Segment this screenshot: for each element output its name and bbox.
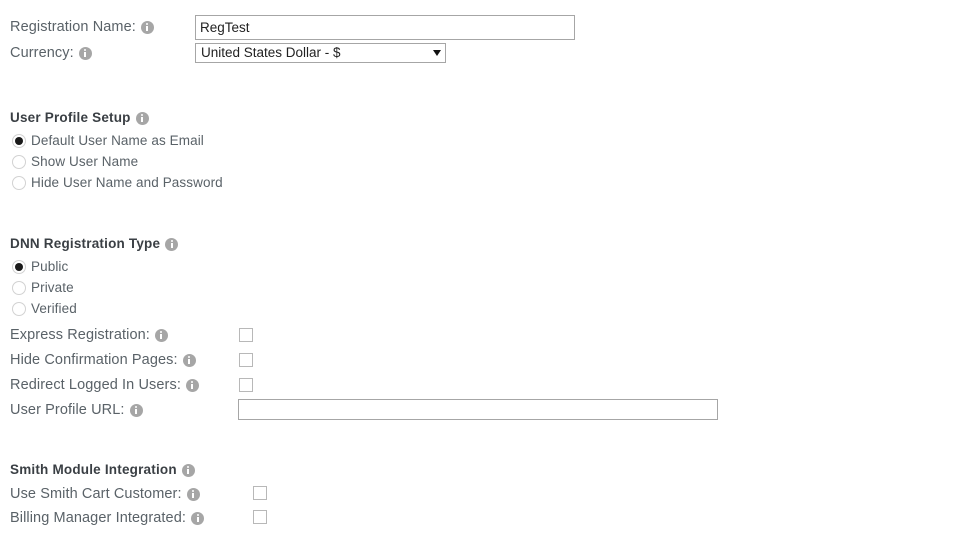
use-smith-cart-customer-checkbox[interactable]: [253, 486, 267, 500]
billing-manager-integrated-label: Billing Manager Integrated:: [10, 510, 204, 526]
info-icon[interactable]: [154, 328, 168, 342]
info-icon[interactable]: [182, 353, 196, 367]
info-icon[interactable]: [78, 46, 92, 60]
registration-name-label-text: Registration Name:: [10, 19, 136, 35]
smith-module-integration-heading-text: Smith Module Integration: [10, 462, 177, 477]
user-profile-url-input[interactable]: [238, 399, 718, 420]
info-icon[interactable]: [185, 378, 199, 392]
express-registration-label-text: Express Registration:: [10, 327, 150, 343]
chevron-down-icon: [433, 50, 441, 56]
radio-indicator: [12, 134, 26, 148]
radio-label: Hide User Name and Password: [31, 175, 223, 190]
radio-indicator: [12, 155, 26, 169]
radio-show-user-name[interactable]: Show User Name: [12, 154, 138, 170]
hide-confirmation-pages-label-text: Hide Confirmation Pages:: [10, 352, 178, 368]
user-profile-setup-heading-text: User Profile Setup: [10, 110, 131, 125]
currency-select-value: United States Dollar - $: [201, 45, 341, 61]
express-registration-label: Express Registration:: [10, 327, 168, 343]
smith-module-integration-heading: Smith Module Integration: [10, 462, 195, 478]
radio-public[interactable]: Public: [12, 259, 68, 275]
registration-name-label: Registration Name:: [10, 19, 154, 35]
dnn-registration-type-heading: DNN Registration Type: [10, 236, 179, 252]
radio-indicator: [12, 176, 26, 190]
registration-settings-form: Registration Name: Currency: United Stat…: [0, 0, 954, 539]
radio-indicator: [12, 302, 26, 316]
use-smith-cart-customer-label: Use Smith Cart Customer:: [10, 486, 200, 502]
currency-select[interactable]: United States Dollar - $: [195, 43, 446, 63]
hide-confirmation-pages-checkbox[interactable]: [239, 353, 253, 367]
currency-label-text: Currency:: [10, 45, 74, 61]
redirect-logged-in-users-checkbox[interactable]: [239, 378, 253, 392]
radio-label: Private: [31, 280, 74, 295]
registration-name-input[interactable]: [195, 15, 575, 40]
radio-label: Default User Name as Email: [31, 133, 204, 148]
info-icon[interactable]: [181, 463, 195, 477]
radio-label: Public: [31, 259, 69, 274]
radio-indicator: [12, 260, 26, 274]
express-registration-checkbox[interactable]: [239, 328, 253, 342]
radio-verified[interactable]: Verified: [12, 301, 77, 317]
info-icon[interactable]: [135, 111, 149, 125]
info-icon[interactable]: [186, 487, 200, 501]
billing-manager-integrated-checkbox[interactable]: [253, 510, 267, 524]
user-profile-setup-heading: User Profile Setup: [10, 110, 149, 126]
dnn-registration-type-heading-text: DNN Registration Type: [10, 236, 161, 251]
use-smith-cart-customer-label-text: Use Smith Cart Customer:: [10, 486, 182, 502]
redirect-logged-in-users-label-text: Redirect Logged In Users:: [10, 377, 181, 393]
radio-indicator: [12, 281, 26, 295]
currency-label: Currency:: [10, 45, 92, 61]
info-icon[interactable]: [191, 511, 204, 525]
radio-private[interactable]: Private: [12, 280, 74, 296]
info-icon[interactable]: [129, 403, 143, 417]
radio-label: Show User Name: [31, 154, 139, 169]
radio-hide-user-name-and-password[interactable]: Hide User Name and Password: [12, 175, 223, 191]
user-profile-url-label: User Profile URL:: [10, 402, 143, 418]
hide-confirmation-pages-label: Hide Confirmation Pages:: [10, 352, 196, 368]
user-profile-url-label-text: User Profile URL:: [10, 402, 125, 418]
info-icon[interactable]: [140, 20, 154, 34]
info-icon[interactable]: [165, 237, 179, 251]
redirect-logged-in-users-label: Redirect Logged In Users:: [10, 377, 199, 393]
radio-default-user-name-as-email[interactable]: Default User Name as Email: [12, 133, 204, 149]
billing-manager-integrated-label-text: Billing Manager Integrated:: [10, 510, 186, 526]
radio-label: Verified: [31, 301, 77, 316]
